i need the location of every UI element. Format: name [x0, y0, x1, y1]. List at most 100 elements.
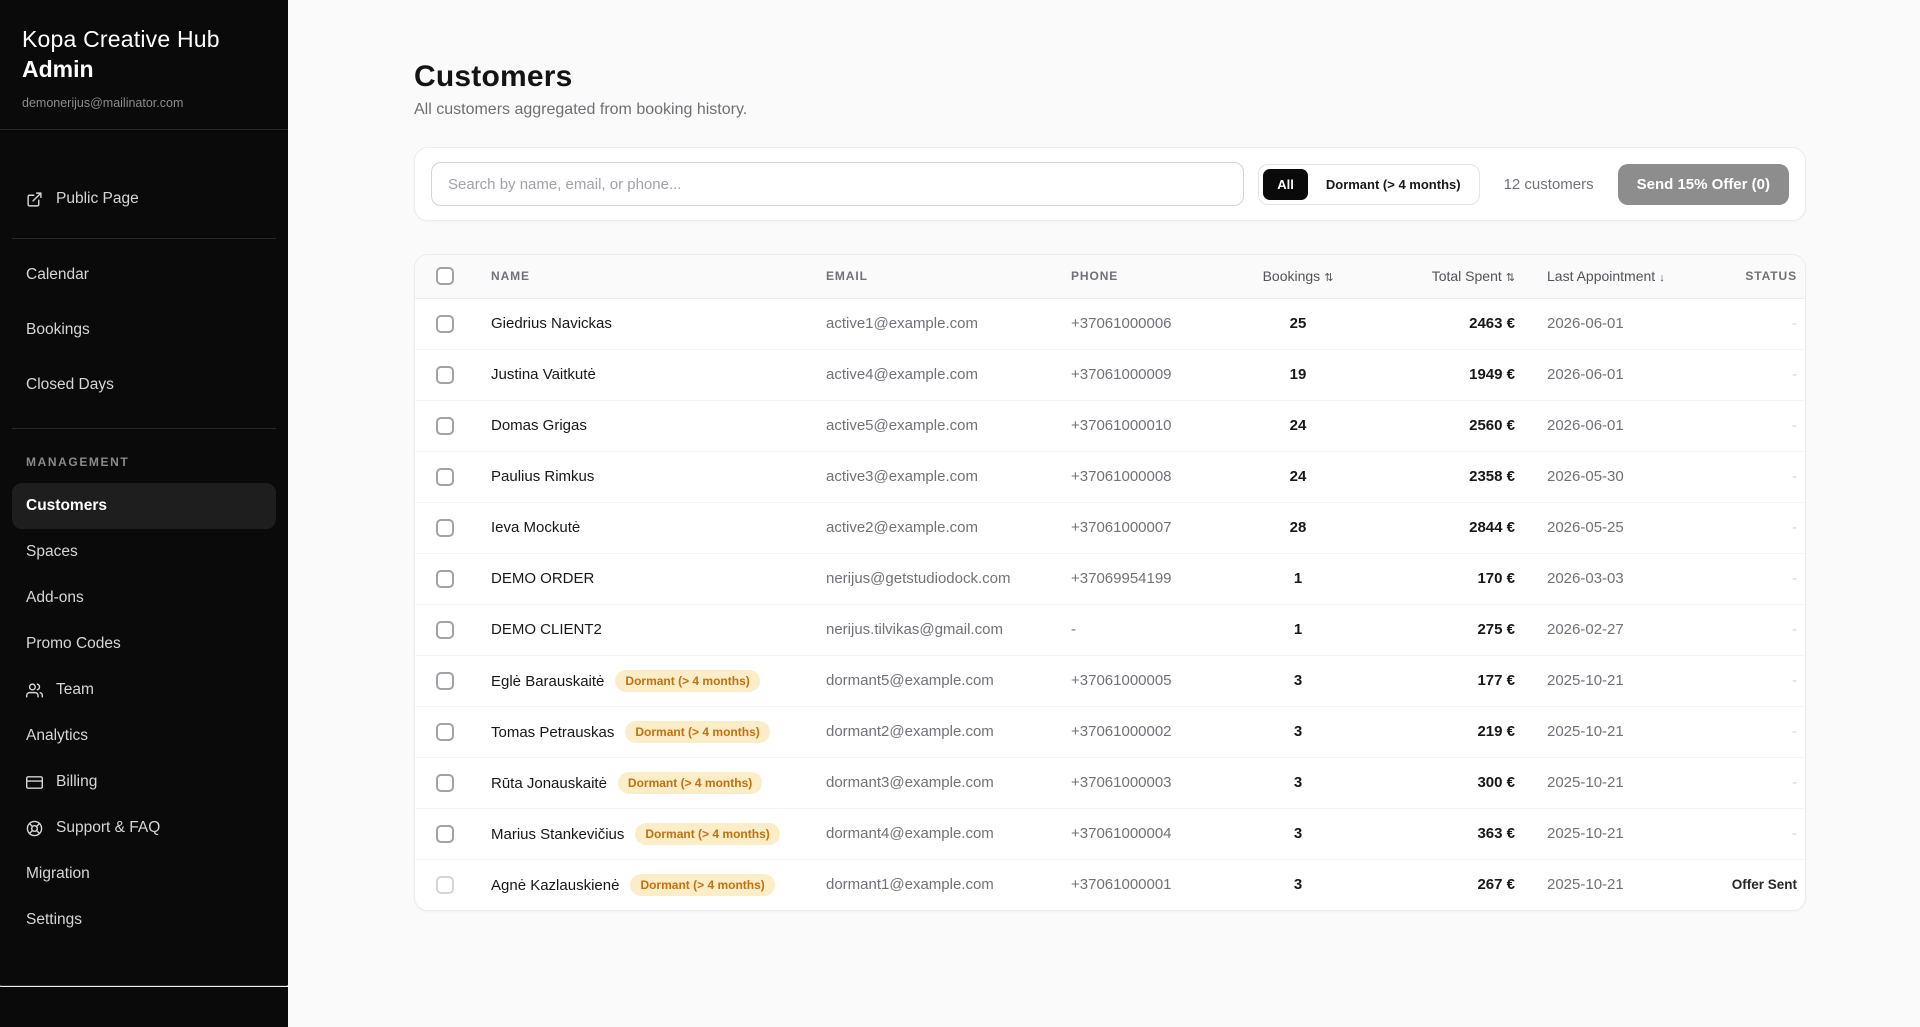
- row-checkbox[interactable]: [436, 519, 454, 537]
- sidebar-item-migration[interactable]: Migration: [12, 851, 276, 897]
- bookings-count: 3: [1233, 859, 1363, 910]
- customer-phone: +37061000009: [1053, 349, 1233, 400]
- customer-phone: +37061000010: [1053, 400, 1233, 451]
- customer-phone: +37061000007: [1053, 502, 1233, 553]
- last-appointment: 2025-10-21: [1529, 859, 1719, 910]
- row-checkbox[interactable]: [436, 417, 454, 435]
- customer-phone: +37069954199: [1053, 553, 1233, 604]
- sidebar-item-label: Customers: [26, 497, 107, 515]
- customers-table: NAMEEMAILPHONEBookings⇅Total Spent⇅Last …: [415, 255, 1806, 910]
- bookings-count: 25: [1233, 298, 1363, 349]
- select-all-checkbox[interactable]: [436, 267, 454, 285]
- row-checkbox[interactable]: [436, 774, 454, 792]
- sidebar-item-calendar[interactable]: Calendar: [12, 247, 276, 302]
- toolbar: All Dormant (> 4 months) 12 customers Se…: [414, 147, 1806, 221]
- status-cell: -: [1719, 706, 1806, 757]
- app-window: Kopa Creative Hub Admin demonerijus@mail…: [0, 0, 1920, 1027]
- table-row[interactable]: Justina Vaitkutėactive4@example.com+3706…: [415, 349, 1806, 400]
- row-checkbox[interactable]: [436, 621, 454, 639]
- row-checkbox[interactable]: [436, 672, 454, 690]
- sidebar-item-customers[interactable]: Customers: [12, 483, 276, 529]
- row-checkbox[interactable]: [436, 876, 454, 894]
- sidebar-nav-top: Public Page: [0, 130, 288, 222]
- sidebar-item-label: Migration: [26, 865, 90, 883]
- customer-name-cell: Paulius Rimkus: [473, 451, 808, 502]
- sidebar-item-billing[interactable]: Billing: [12, 759, 276, 805]
- row-checkbox-cell: [415, 655, 473, 706]
- table-row[interactable]: Eglė Barauskaitė Dormant (> 4 months) dorm…: [415, 655, 1806, 706]
- sidebar-item-support-faq[interactable]: Support & FAQ: [12, 805, 276, 851]
- last-appointment: 2026-06-01: [1529, 349, 1719, 400]
- row-checkbox[interactable]: [436, 825, 454, 843]
- search-input[interactable]: [431, 162, 1244, 206]
- filter-all-button[interactable]: All: [1263, 169, 1308, 200]
- sidebar-nav-main: CalendarBookingsClosed Days: [0, 239, 288, 412]
- customer-email: nerijus.tilvikas@gmail.com: [808, 604, 1053, 655]
- table-row[interactable]: Marius StankevičiusDormant (> 4 months)d…: [415, 808, 1806, 859]
- sidebar-item-add-ons[interactable]: Add-ons: [12, 575, 276, 621]
- table-row[interactable]: Domas Grigasactive5@example.com+37061000…: [415, 400, 1806, 451]
- external-link-icon: [26, 191, 43, 208]
- customer-email: nerijus@getstudiodock.com: [808, 553, 1053, 604]
- sidebar-item-spaces[interactable]: Spaces: [12, 529, 276, 575]
- last-appointment: 2026-05-25: [1529, 502, 1719, 553]
- customer-name: Eglė Barauskaitė: [491, 673, 604, 690]
- last-appointment: 2026-06-01: [1529, 400, 1719, 451]
- table-row[interactable]: Rūta JonauskaitėDormant (> 4 months)dorm…: [415, 757, 1806, 808]
- table-row[interactable]: DEMO ORDERnerijus@getstudiodock.com+3706…: [415, 553, 1806, 604]
- total-spent: 1949 €: [1363, 349, 1529, 400]
- sidebar-item-settings[interactable]: Settings: [12, 897, 276, 943]
- bookings-count: 1: [1233, 553, 1363, 604]
- sidebar-item-public-page[interactable]: Public Page: [12, 176, 276, 222]
- sidebar: Kopa Creative Hub Admin demonerijus@mail…: [0, 0, 288, 1027]
- sidebar-item-bookings[interactable]: Bookings: [12, 302, 276, 357]
- col-header-bookings[interactable]: Bookings⇅: [1233, 255, 1363, 298]
- row-checkbox[interactable]: [436, 570, 454, 588]
- send-offer-button[interactable]: Send 15% Offer (0): [1618, 164, 1789, 205]
- sidebar-item-label: Team: [56, 681, 94, 699]
- dormant-badge: Dormant (> 4 months): [615, 670, 759, 692]
- customer-name: Paulius Rimkus: [491, 468, 594, 485]
- row-checkbox[interactable]: [436, 366, 454, 384]
- sort-icon: ↓: [1659, 272, 1665, 284]
- table-row[interactable]: Agnė KazlauskienėDormant (> 4 months)dor…: [415, 859, 1806, 910]
- table-row[interactable]: DEMO CLIENT2nerijus.tilvikas@gmail.com-1…: [415, 604, 1806, 655]
- customer-name-cell: Marius StankevičiusDormant (> 4 months): [473, 808, 808, 859]
- sidebar-item-team[interactable]: Team: [12, 667, 276, 713]
- sidebar-item-analytics[interactable]: Analytics: [12, 713, 276, 759]
- row-checkbox[interactable]: [436, 723, 454, 741]
- customer-name: Ieva Mockutė: [491, 519, 580, 536]
- total-spent: 300 €: [1363, 757, 1529, 808]
- sidebar-item-closed-days[interactable]: Closed Days: [12, 357, 276, 412]
- customer-name: Marius Stankevičius: [491, 826, 624, 843]
- select-all-cell: [415, 255, 473, 298]
- customer-phone: +37061000003: [1053, 757, 1233, 808]
- customer-phone: +37061000002: [1053, 706, 1233, 757]
- col-header-total-spent[interactable]: Total Spent⇅: [1363, 255, 1529, 298]
- row-checkbox-cell: [415, 400, 473, 451]
- last-appointment: 2025-10-21: [1529, 655, 1719, 706]
- customer-name-cell: Domas Grigas: [473, 400, 808, 451]
- sidebar-item-promo-codes[interactable]: Promo Codes: [12, 621, 276, 667]
- dormant-badge: Dormant (> 4 months): [625, 721, 769, 743]
- last-appointment: 2026-03-03: [1529, 553, 1719, 604]
- credit-card-icon: [26, 774, 43, 791]
- status-cell: -: [1719, 400, 1806, 451]
- row-checkbox-cell: [415, 604, 473, 655]
- col-header-last-appointment[interactable]: Last Appointment↓: [1529, 255, 1719, 298]
- table-row[interactable]: Ieva Mockutėactive2@example.com+37061000…: [415, 502, 1806, 553]
- sidebar-bottom-divider: [0, 985, 288, 987]
- filter-dormant-button[interactable]: Dormant (> 4 months): [1312, 169, 1475, 200]
- row-checkbox-cell: [415, 706, 473, 757]
- table-row[interactable]: Paulius Rimkusactive3@example.com+370610…: [415, 451, 1806, 502]
- col-header-phone: PHONE: [1053, 255, 1233, 298]
- total-spent: 275 €: [1363, 604, 1529, 655]
- table-row[interactable]: Giedrius Navickasactive1@example.com+370…: [415, 298, 1806, 349]
- row-checkbox[interactable]: [436, 468, 454, 486]
- table-row[interactable]: Tomas PetrauskasDormant (> 4 months)dorm…: [415, 706, 1806, 757]
- customer-email: dormant5@example.com: [808, 655, 1053, 706]
- last-appointment: 2026-05-30: [1529, 451, 1719, 502]
- sort-icon: ⇅: [1324, 272, 1333, 284]
- status-cell: -: [1719, 502, 1806, 553]
- row-checkbox[interactable]: [436, 315, 454, 333]
